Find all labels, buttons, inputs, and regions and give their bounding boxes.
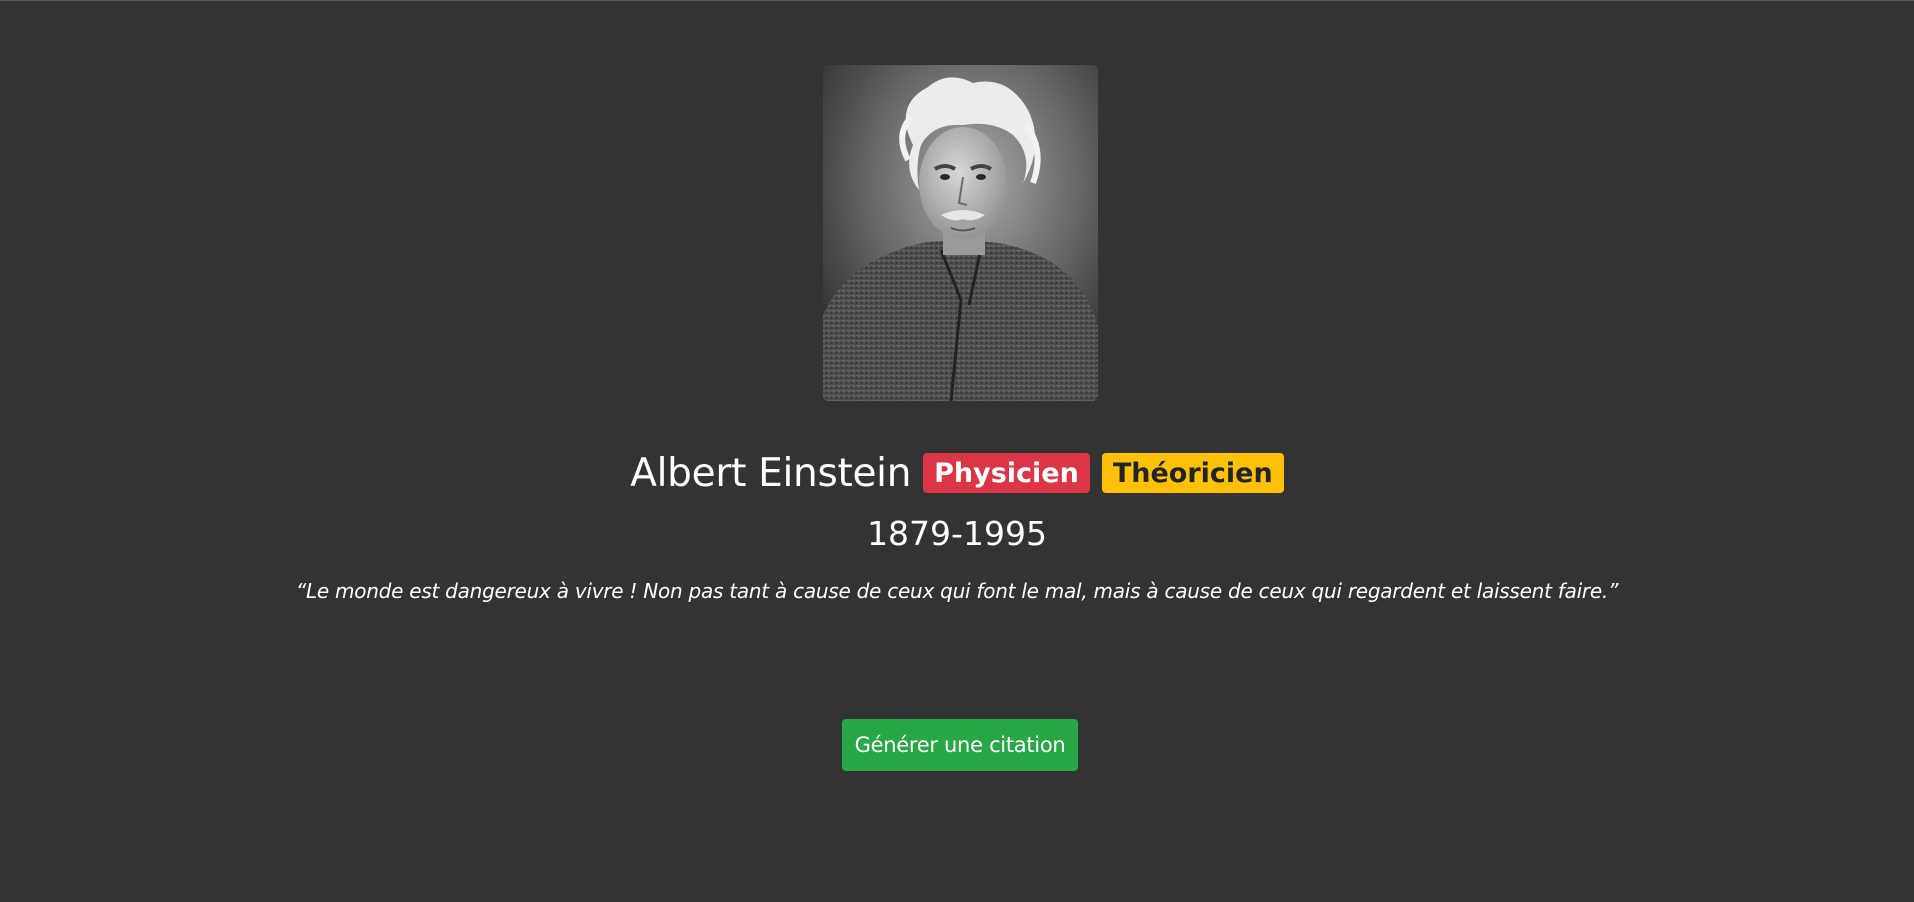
badge-theoricien: Théoricien — [1101, 453, 1284, 493]
badge-physicien: Physicien — [923, 453, 1090, 493]
person-name: Albert Einstein — [630, 450, 912, 496]
person-years: 1879-1995 — [867, 514, 1047, 553]
quote-text: “Le monde est dangereux à vivre ! Non pa… — [295, 579, 1619, 603]
portrait-image — [823, 65, 1098, 401]
title-row: Albert Einstein Physicien Théoricien — [0, 448, 1914, 498]
generate-quote-button[interactable]: Générer une citation — [842, 719, 1078, 771]
